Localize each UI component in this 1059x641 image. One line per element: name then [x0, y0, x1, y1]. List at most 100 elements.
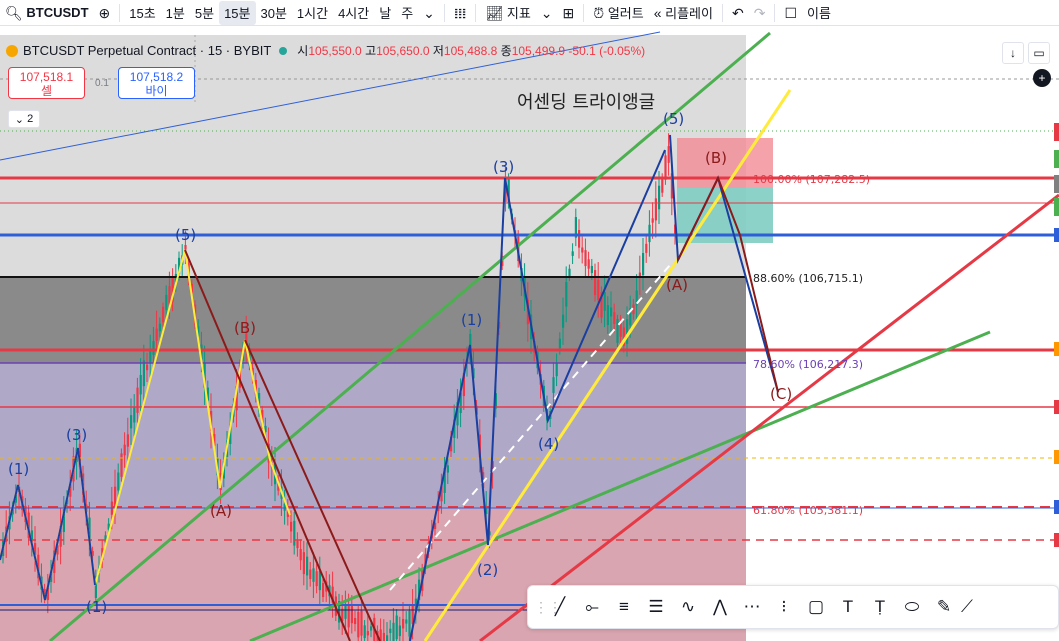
candle-body: [402, 618, 405, 629]
candle-body: [590, 265, 593, 274]
ellipse-icon[interactable]: ⬭: [896, 591, 928, 623]
square-icon: ☐: [784, 4, 797, 21]
interval-15m[interactable]: 15분: [219, 0, 256, 25]
divider: [774, 3, 776, 22]
close-label: 종: [500, 44, 512, 58]
compare-button[interactable]: ⊕: [94, 1, 116, 25]
candle-body: [568, 268, 571, 277]
sell-button[interactable]: 107,518.1 셀: [8, 67, 85, 99]
candle-body: [152, 341, 155, 355]
scale-marker: [1054, 150, 1059, 168]
candle-body: [126, 434, 129, 447]
interval-4h[interactable]: 4시간: [333, 1, 374, 25]
ohlc-values: 시105,550.0 고105,650.0 저105,488.8 종105,49…: [297, 42, 645, 59]
candle-body: [642, 252, 645, 276]
interval-1m[interactable]: 1분: [161, 1, 190, 25]
candle-body: [370, 626, 373, 631]
plus-icon: +: [1038, 71, 1046, 85]
search-icon: 🔍︎: [5, 4, 23, 21]
interval-1h[interactable]: 1시간: [292, 1, 333, 25]
interval-15s[interactable]: 15초: [124, 1, 160, 25]
candle-body: [610, 307, 613, 317]
candle-body: [302, 552, 305, 575]
replay-icon: «: [653, 4, 662, 21]
candle-body: [130, 415, 133, 429]
maximize-pane-button[interactable]: ▭: [1028, 42, 1050, 64]
pattern-title: 어센딩 트라이앵글: [517, 92, 655, 113]
date-range-icon[interactable]: ⁝: [768, 591, 800, 623]
candle-body: [667, 146, 670, 163]
interval-dropdown[interactable]: ⌄: [418, 1, 440, 25]
symbol-search[interactable]: 🔍︎ BTCUSDT: [0, 1, 94, 25]
chevron-down-icon: ⌄: [540, 4, 553, 21]
candle-body: [146, 364, 149, 371]
candle-body: [120, 453, 123, 477]
interval-day[interactable]: 날: [374, 1, 396, 25]
drag-handle-icon[interactable]: ⋮⋮: [534, 599, 562, 616]
candle-body: [322, 583, 325, 598]
add-plus-button[interactable]: +: [1033, 69, 1051, 87]
candle-body: [645, 243, 648, 253]
chart-pane[interactable]: 어센딩 트라이앵글 100.00% (107,282.5) 88.60% (10…: [0, 27, 1059, 641]
candle-body: [552, 377, 555, 393]
candle-body: [366, 631, 369, 636]
indicator-collapse-button[interactable]: ⌄ 2: [8, 110, 40, 128]
sell-label: 셀: [40, 84, 53, 98]
interval-30m[interactable]: 30분: [256, 1, 292, 25]
more-tools-icon[interactable]: ⟋: [960, 591, 974, 623]
candle-body: [571, 251, 574, 256]
elliott-wave-icon[interactable]: ∿: [672, 591, 704, 623]
redo-button[interactable]: ↷: [749, 1, 771, 25]
alarm-clock-icon: ⏰︎: [593, 4, 605, 21]
scroll-down-button[interactable]: ↓: [1002, 42, 1024, 64]
layouts-button[interactable]: ⊞: [558, 1, 580, 25]
candle-body: [606, 305, 609, 325]
legend-title[interactable]: BTCUSDT Perpetual Contract · 15 · BYBIT: [23, 43, 271, 58]
text-anchor-icon[interactable]: Ṭ: [864, 591, 896, 623]
chart-type-button[interactable]: 𝍖: [449, 1, 472, 25]
interval-5m[interactable]: 5분: [190, 1, 219, 25]
chart-canvas[interactable]: 어센딩 트라이앵글 100.00% (107,282.5) 88.60% (10…: [0, 27, 1059, 641]
candle-body: [613, 312, 616, 324]
indicators-button[interactable]: 📈︎ 지표: [480, 1, 535, 25]
indicator-count: 2: [27, 113, 34, 125]
regression-icon[interactable]: ⋯: [736, 591, 768, 623]
sell-price: 107,518.1: [19, 70, 74, 84]
candle-body: [350, 605, 353, 624]
chevron-down-icon: ⌄: [423, 4, 435, 21]
trend-line-icon[interactable]: ╱: [544, 591, 576, 623]
indicators-dropdown[interactable]: ⌄: [536, 1, 558, 25]
candle-body: [389, 628, 392, 634]
brush-icon[interactable]: ✎: [928, 591, 960, 623]
candles-icon: 𝍖: [453, 4, 467, 21]
candle-body: [315, 571, 318, 587]
candle-body: [162, 306, 165, 323]
fib-label-100: 100.00% (107,282.5): [753, 173, 870, 186]
fullscreen-button[interactable]: ☐: [779, 1, 802, 25]
fib-label-786: 78.60% (106,217.3): [753, 358, 863, 371]
alert-button[interactable]: ⏰︎ 얼러트: [588, 1, 648, 25]
rectangle-icon[interactable]: ▢: [800, 591, 832, 623]
layout-name[interactable]: 이름: [802, 1, 836, 25]
candle-body: [149, 349, 152, 363]
parallel-channel-icon[interactable]: ≡: [608, 591, 640, 623]
candle-body: [357, 611, 360, 638]
divider: [119, 3, 121, 22]
candle-body: [661, 177, 664, 193]
fib-icon[interactable]: ☰: [640, 591, 672, 623]
wave-label: (1): [86, 598, 107, 616]
replay-button[interactable]: « 리플레이: [649, 1, 718, 25]
wave-label: (4): [538, 435, 559, 453]
candle-body: [142, 360, 145, 387]
horizontal-ray-icon[interactable]: ⟜: [576, 591, 608, 623]
grid-icon: ⊞: [562, 4, 575, 21]
interval-week[interactable]: 주: [396, 1, 418, 25]
candle-body: [587, 259, 590, 269]
buy-button[interactable]: 107,518.2 바이: [118, 67, 195, 99]
candle-body: [354, 618, 357, 625]
undo-button[interactable]: ↶: [727, 1, 749, 25]
text-icon[interactable]: T: [832, 591, 864, 623]
candle-body: [654, 198, 657, 221]
scale-marker: [1054, 450, 1059, 464]
abc-pattern-icon[interactable]: ⋀: [704, 591, 736, 623]
